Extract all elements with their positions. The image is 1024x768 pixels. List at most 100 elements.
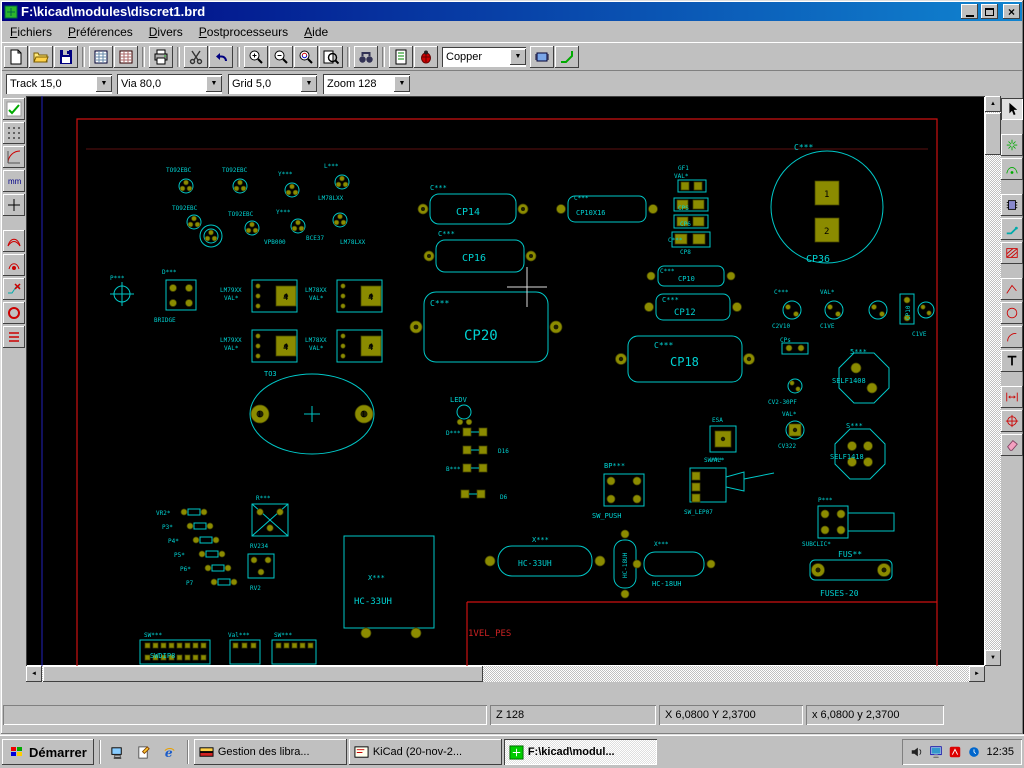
component-diodes[interactable]	[461, 428, 487, 498]
layer-select[interactable]: Copper ▼	[442, 47, 526, 67]
via-size-select[interactable]: Via 80,0 ▼	[117, 74, 222, 94]
component-small-resistors[interactable]	[181, 509, 237, 585]
add-line-icon	[1005, 282, 1019, 296]
polar-coords-button[interactable]	[3, 146, 25, 168]
save-board-button[interactable]	[54, 46, 78, 68]
highlight-net-button[interactable]	[1001, 134, 1023, 156]
close-button[interactable]: ×	[1003, 4, 1020, 19]
chevron-down-icon[interactable]: ▼	[96, 76, 112, 92]
pcb-canvas[interactable]: TO92EBCTO92EBCY***L***LM78LXXTO92EBCTO92…	[26, 96, 985, 666]
menu-divers[interactable]: Divers	[141, 22, 191, 42]
add-line-button[interactable]	[1001, 278, 1023, 300]
scheduler-icon[interactable]	[967, 745, 981, 759]
add-track-button[interactable]	[1001, 218, 1023, 240]
zoom-in-button[interactable]	[244, 46, 268, 68]
cut-button[interactable]	[184, 46, 208, 68]
find-button[interactable]	[354, 46, 378, 68]
left-toolbar: mm	[2, 96, 26, 682]
zoom-out-button[interactable]	[269, 46, 293, 68]
component-rv2[interactable]	[248, 554, 274, 578]
horizontal-scrollbar[interactable]: ◄ ►	[26, 666, 985, 682]
zones-toggle-button[interactable]	[3, 302, 25, 324]
component-led[interactable]	[457, 405, 472, 425]
menu-postprocesseurs[interactable]: Postprocesseurs	[191, 22, 296, 42]
component-toggle-switch[interactable]	[690, 468, 774, 502]
library-button[interactable]	[114, 46, 138, 68]
scroll-up-arrow[interactable]: ▲	[985, 96, 1001, 112]
track-mode-icon	[559, 49, 575, 65]
component-sw-push[interactable]	[604, 474, 644, 506]
taskbar-task-kicad[interactable]: KiCad (20-nov-2...	[349, 739, 502, 765]
redraw-button[interactable]	[294, 46, 318, 68]
open-board-button[interactable]	[29, 46, 53, 68]
add-zone-button[interactable]	[1001, 242, 1023, 264]
chevron-down-icon[interactable]: ▼	[301, 76, 317, 92]
save-icon	[58, 49, 74, 65]
delete-item-button[interactable]	[1001, 434, 1023, 456]
zoom-select[interactable]: Zoom 128 ▼	[323, 74, 410, 94]
horizontal-scroll-thumb[interactable]	[43, 666, 483, 682]
undo-button[interactable]	[209, 46, 233, 68]
board-outline[interactable]	[77, 119, 937, 666]
add-text-button[interactable]	[1001, 350, 1023, 372]
netlist-button[interactable]	[389, 46, 413, 68]
track-autodelete-button[interactable]	[3, 278, 25, 300]
local-ratsnest-button[interactable]	[1001, 158, 1023, 180]
zoom-fit-button[interactable]	[319, 46, 343, 68]
component-to3[interactable]	[250, 374, 374, 454]
print-button[interactable]	[149, 46, 173, 68]
chevron-down-icon[interactable]: ▼	[394, 76, 410, 92]
grid-size-select[interactable]: Grid 5,0 ▼	[228, 74, 317, 94]
chevron-down-icon[interactable]: ▼	[510, 49, 526, 65]
track-width-select[interactable]: Track 15,0 ▼	[6, 74, 112, 94]
maximize-button[interactable]	[981, 4, 998, 19]
module-mode-button[interactable]	[530, 46, 554, 68]
minimize-button[interactable]	[961, 4, 978, 19]
component-cp10x16[interactable]	[557, 196, 658, 222]
module-ratsnest-button[interactable]	[3, 254, 25, 276]
titlebar[interactable]: F:\kicad\modules\discret1.brd ×	[2, 2, 1022, 21]
component-rv234[interactable]	[252, 504, 288, 536]
track-mode-button[interactable]	[555, 46, 579, 68]
pointer-tool-button[interactable]	[1001, 98, 1023, 120]
component-bridge[interactable]	[166, 280, 196, 310]
antivirus-icon[interactable]	[948, 745, 962, 759]
component-cp36[interactable]	[771, 151, 883, 263]
quicklaunch-ie-button[interactable]: e	[158, 740, 182, 764]
track-display-button[interactable]	[3, 326, 25, 348]
scroll-left-arrow[interactable]: ◄	[26, 666, 42, 682]
menu-fichiers[interactable]: Fichiers	[2, 22, 60, 42]
pcb-label: CV322	[778, 443, 796, 450]
add-dimension-button[interactable]	[1001, 386, 1023, 408]
toolbar-separator	[382, 47, 385, 67]
volume-icon[interactable]	[910, 745, 924, 759]
component-esa[interactable]	[710, 426, 736, 452]
ratsnest-toggle-button[interactable]	[3, 230, 25, 252]
grid-toggle-button[interactable]	[3, 122, 25, 144]
add-module-button[interactable]	[1001, 194, 1023, 216]
drc-button[interactable]	[414, 46, 438, 68]
menu-aide[interactable]: Aide	[296, 22, 336, 42]
cursor-shape-button[interactable]	[3, 194, 25, 216]
chevron-down-icon[interactable]: ▼	[206, 76, 222, 92]
scroll-right-arrow[interactable]: ►	[969, 666, 985, 682]
quicklaunch-wordpad-button[interactable]	[132, 740, 156, 764]
display-settings-icon[interactable]	[929, 745, 943, 759]
menu-preferences[interactable]: Préférences	[60, 22, 141, 42]
vertical-scrollbar[interactable]: ▲ ▼	[985, 96, 1001, 666]
add-circle-button[interactable]	[1001, 302, 1023, 324]
start-button[interactable]: Démarrer	[2, 739, 94, 765]
quicklaunch-desktop-button[interactable]	[106, 740, 130, 764]
vertical-scroll-thumb[interactable]	[985, 113, 1001, 155]
add-target-button[interactable]	[1001, 410, 1023, 432]
units-toggle-button[interactable]: mm	[3, 170, 25, 192]
new-board-button[interactable]	[4, 46, 28, 68]
scroll-down-arrow[interactable]: ▼	[985, 650, 1001, 666]
taskbar-task-pcbnew[interactable]: F:\kicad\modul...	[504, 739, 657, 765]
taskbar-task-libraries[interactable]: Gestion des libra...	[194, 739, 347, 765]
taskbar-divider	[99, 740, 101, 764]
drc-toggle-button[interactable]	[3, 98, 25, 120]
component-mount-hole[interactable]	[110, 282, 134, 306]
add-arc-button[interactable]	[1001, 326, 1023, 348]
sheet-settings-button[interactable]	[89, 46, 113, 68]
